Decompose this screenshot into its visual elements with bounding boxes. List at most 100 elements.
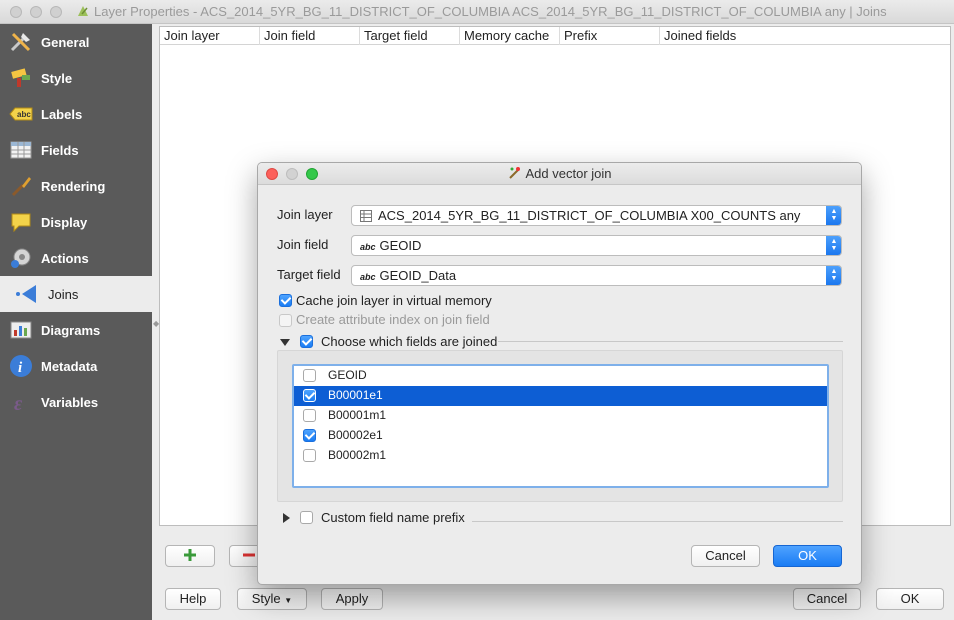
fields-icon <box>8 137 34 163</box>
list-item[interactable]: B00002e1 <box>294 426 827 446</box>
column-header[interactable]: Target field <box>360 27 460 45</box>
sidebar-item-variables[interactable]: ε Variables <box>0 384 152 420</box>
sidebar-item-diagrams[interactable]: Diagrams <box>0 312 152 348</box>
sidebar-item-actions[interactable]: Actions <box>0 240 152 276</box>
sidebar-item-general[interactable]: General <box>0 24 152 60</box>
text-field-icon: abc <box>360 272 376 282</box>
column-header[interactable]: Joined fields <box>660 27 950 45</box>
close-window-button[interactable] <box>10 6 22 18</box>
collapse-triangle-icon[interactable] <box>280 339 290 346</box>
list-item[interactable]: GEOID <box>294 366 827 386</box>
svg-text:ε: ε <box>14 393 23 414</box>
table-layer-icon <box>360 210 372 222</box>
join-layer-label: Join layer <box>277 207 333 222</box>
actions-icon <box>8 245 34 271</box>
minimize-window-button[interactable] <box>30 6 42 18</box>
join-layer-combo[interactable]: ACS_2014_5YR_BG_11_DISTRICT_OF_COLUMBIA … <box>351 205 842 226</box>
sidebar-item-joins[interactable]: Joins <box>0 276 152 312</box>
join-layer-value: ACS_2014_5YR_BG_11_DISTRICT_OF_COLUMBIA … <box>378 208 801 223</box>
updown-arrow-icon: ▲ ▼ <box>826 266 841 285</box>
prefix-label: Custom field name prefix <box>321 510 465 525</box>
sidebar-item-rendering[interactable]: Rendering <box>0 168 152 204</box>
main-titlebar: Layer Properties - ACS_2014_5YR_BG_11_DI… <box>0 0 954 24</box>
join-field-combo[interactable]: abc GEOID ▲ ▼ <box>351 235 842 256</box>
sidebar-item-label: Display <box>41 214 88 230</box>
dropdown-arrow-icon: ▼ <box>284 596 293 605</box>
sidebar-item-label: Rendering <box>41 178 106 194</box>
joins-icon <box>14 281 40 307</box>
svg-text:abc: abc <box>17 110 31 119</box>
joins-table-header: Join layer Join field Target field Memor… <box>160 27 950 45</box>
join-field-value: GEOID <box>379 238 422 253</box>
add-vector-join-dialog: Add vector join Join layer ACS_2014_5YR_… <box>257 162 862 585</box>
style-menu-button[interactable]: Style ▼ <box>237 588 307 610</box>
display-icon <box>8 209 34 235</box>
list-item[interactable]: B00001e1 <box>294 386 827 406</box>
labels-icon: abc <box>8 101 34 127</box>
field-name: B00002e1 <box>328 428 383 442</box>
cancel-button[interactable]: Cancel <box>793 588 861 610</box>
sidebar-item-label: Variables <box>41 394 99 410</box>
add-join-button[interactable] <box>165 545 215 567</box>
list-item[interactable]: B00002m1 <box>294 446 827 466</box>
create-index-checkbox <box>279 314 292 327</box>
sidebar-item-label: Style <box>41 70 73 86</box>
metadata-icon: i <box>8 353 34 379</box>
dialog-title: Add vector join <box>258 166 861 181</box>
sidebar-item-labels[interactable]: abc Labels <box>0 96 152 132</box>
help-button[interactable]: Help <box>165 588 221 610</box>
column-header[interactable]: Join layer <box>160 27 260 45</box>
column-header[interactable]: Memory cache <box>460 27 560 45</box>
dialog-title-text: Add vector join <box>525 166 612 181</box>
updown-arrow-icon: ▲ ▼ <box>826 236 841 255</box>
general-icon <box>8 29 34 55</box>
dialog-ok-button[interactable]: OK <box>773 545 842 567</box>
join-wand-icon <box>508 167 520 179</box>
field-checkbox[interactable] <box>303 369 316 382</box>
sidebar-item-fields[interactable]: Fields <box>0 132 152 168</box>
sidebar-item-label: Joins <box>48 286 79 302</box>
field-checkbox[interactable] <box>303 449 316 462</box>
sidebar-item-label: Metadata <box>41 358 98 374</box>
choose-fields-checkbox[interactable] <box>300 335 313 348</box>
fields-list[interactable]: GEOID B00001e1 B00001m1 B00002e1 B00002m… <box>292 364 829 488</box>
column-header[interactable]: Prefix <box>560 27 660 45</box>
text-field-icon: abc <box>360 242 376 252</box>
style-icon <box>8 65 34 91</box>
field-checkbox[interactable] <box>303 429 316 442</box>
list-item[interactable]: B00001m1 <box>294 406 827 426</box>
sidebar-item-style[interactable]: Style <box>0 60 152 96</box>
dialog-titlebar: Add vector join <box>258 163 861 185</box>
diagrams-icon <box>8 317 34 343</box>
qgis-layer-icon <box>78 6 88 16</box>
sidebar-item-label: General <box>41 34 90 50</box>
create-index-label: Create attribute index on join field <box>296 312 490 327</box>
window-title: Layer Properties - ACS_2014_5YR_BG_11_DI… <box>76 4 887 19</box>
sidebar-item-label: Fields <box>41 142 79 158</box>
cache-join-label: Cache join layer in virtual memory <box>296 293 492 308</box>
dialog-cancel-button[interactable]: Cancel <box>691 545 760 567</box>
minus-icon <box>243 553 255 557</box>
updown-arrow-icon: ▲ ▼ <box>826 206 841 225</box>
target-field-value: GEOID_Data <box>379 268 457 283</box>
style-button-label: Style <box>251 591 281 606</box>
sidebar-item-label: Diagrams <box>41 322 101 338</box>
field-checkbox[interactable] <box>303 389 316 402</box>
ok-button[interactable]: OK <box>876 588 944 610</box>
target-field-label: Target field <box>277 267 341 282</box>
field-name: B00001e1 <box>328 388 383 402</box>
column-header[interactable]: Join field <box>260 27 360 45</box>
cache-join-checkbox[interactable] <box>279 294 292 307</box>
join-field-label: Join field <box>277 237 329 252</box>
sidebar-item-metadata[interactable]: i Metadata <box>0 348 152 384</box>
apply-button[interactable]: Apply <box>321 588 383 610</box>
rendering-icon <box>8 173 34 199</box>
field-checkbox[interactable] <box>303 409 316 422</box>
zoom-window-button[interactable] <box>50 6 62 18</box>
expand-triangle-icon[interactable] <box>283 513 290 523</box>
group-divider <box>472 521 843 522</box>
target-field-combo[interactable]: abc GEOID_Data ▲ ▼ <box>351 265 842 286</box>
prefix-checkbox[interactable] <box>300 511 313 524</box>
sidebar-item-display[interactable]: Display <box>0 204 152 240</box>
window-title-text: Layer Properties - ACS_2014_5YR_BG_11_DI… <box>94 4 887 19</box>
